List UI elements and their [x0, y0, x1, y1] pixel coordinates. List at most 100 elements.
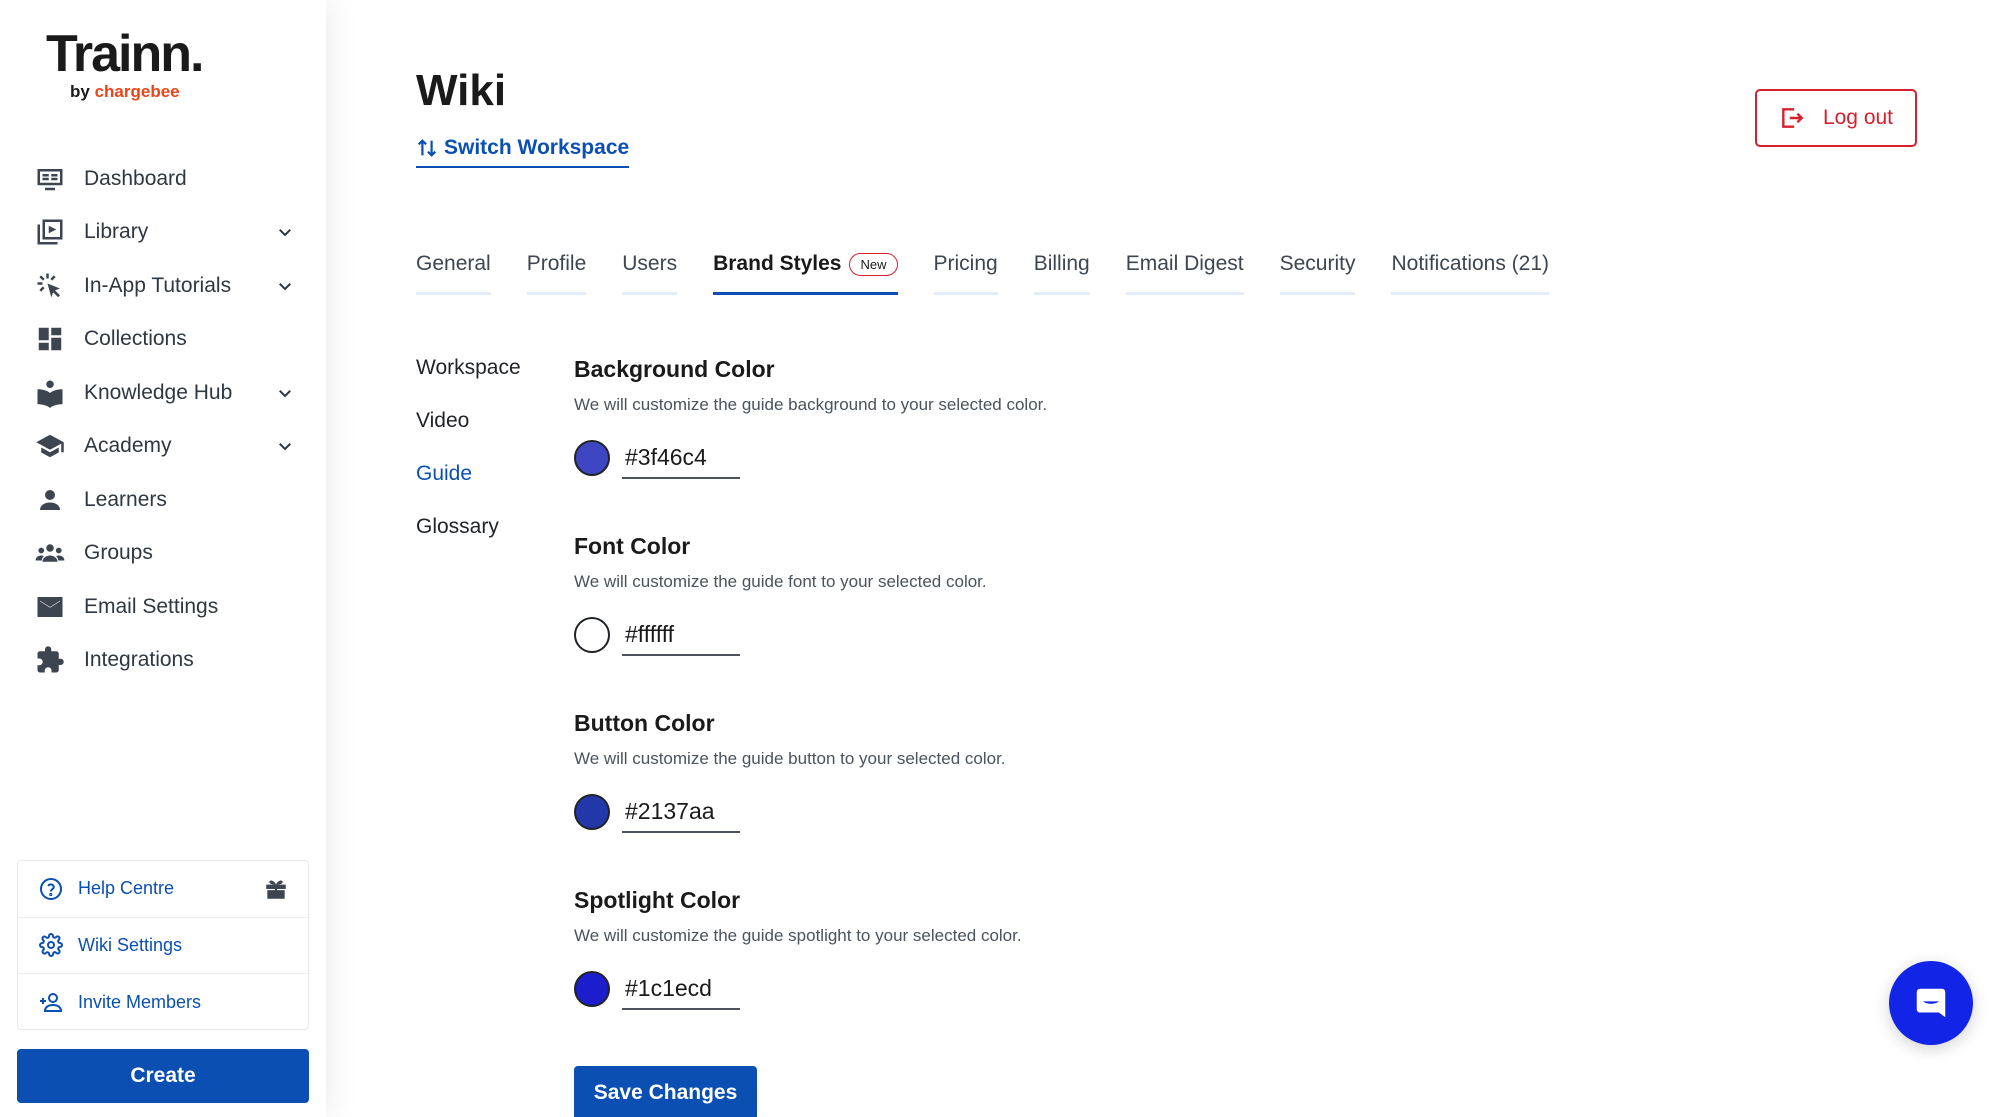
switch-workspace-label: Switch Workspace [444, 136, 630, 159]
color-row [574, 614, 1274, 656]
tab-label: Billing [1033, 252, 1090, 275]
sidebar-item-dashboard[interactable]: Dashboard [34, 152, 296, 206]
setting-description: We will customize the guide spotlight to… [574, 926, 1022, 945]
tab-pricing[interactable]: Pricing [933, 252, 998, 295]
sidebar-item-label: Knowledge Hub [84, 380, 233, 404]
logout-icon [1782, 108, 1804, 128]
sidebar-item-learners[interactable]: Learners [34, 473, 296, 527]
sidebar-item-in-app-tutorials[interactable]: In-App Tutorials [34, 259, 296, 313]
tab-brand-styles[interactable]: Brand Styles New [713, 252, 898, 295]
subnav-workspace[interactable]: Workspace [416, 356, 521, 409]
color-row [574, 437, 1274, 479]
sidebar: Trainn. by chargebee Dashboard Library I… [0, 0, 326, 1117]
save-changes-button[interactable]: Save Changes [574, 1066, 757, 1117]
setting-title: Background Color [574, 356, 775, 382]
chevron-down-icon[interactable] [274, 221, 296, 243]
tab-billing[interactable]: Billing [1033, 252, 1090, 295]
logo-wordmark: Trainn. [46, 25, 204, 83]
sidebar-item-label: Email Settings [84, 594, 219, 618]
mail-icon [34, 591, 66, 623]
sidebar-item-email-settings[interactable]: Email Settings [34, 580, 296, 634]
color-swatch[interactable] [574, 617, 610, 653]
sidebar-item-integrations[interactable]: Integrations [34, 634, 296, 688]
invite-members-link[interactable]: Invite Members [18, 974, 308, 1031]
sidebar-item-collections[interactable]: Collections [34, 313, 296, 367]
sidebar-item-label: In-App Tutorials [84, 273, 232, 297]
sidebar-item-label: Integrations [84, 648, 194, 672]
tab-general[interactable]: General [416, 252, 491, 295]
page-title: Wiki [416, 66, 507, 115]
help-centre-link[interactable]: Help Centre [18, 861, 308, 918]
subnav-video[interactable]: Video [416, 409, 521, 462]
invite-members-label: Invite Members [78, 991, 202, 1012]
wiki-settings-link[interactable]: Wiki Settings [18, 918, 308, 975]
setting-description: We will customize the guide font to your… [574, 572, 987, 591]
sidebar-item-label: Collections [84, 327, 187, 351]
puzzle-icon [34, 644, 66, 676]
sidebar-item-groups[interactable]: Groups [34, 527, 296, 581]
logo-byline-prefix: by [70, 82, 90, 101]
sidebar-nav: Dashboard Library In-App Tutorials Colle… [34, 152, 296, 687]
chevron-down-icon[interactable] [274, 435, 296, 457]
tab-notifications[interactable]: Notifications (21) [1391, 252, 1550, 295]
trainn-logo[interactable]: Trainn. by chargebee [46, 25, 204, 102]
switch-workspace-link[interactable]: Switch Workspace [416, 136, 630, 168]
collections-icon [34, 323, 66, 355]
spotlight-color-input[interactable] [622, 968, 740, 1010]
brand-styles-subnav: Workspace Video Guide Glossary [416, 356, 521, 568]
graduation-cap-icon [34, 430, 66, 462]
color-swatch[interactable] [574, 971, 610, 1007]
setting-description: We will customize the guide button to yo… [574, 749, 1006, 768]
font-color-setting: Font Color We will customize the guide f… [574, 533, 1274, 710]
person-icon [34, 484, 66, 516]
tab-label: Notifications (21) [1391, 252, 1550, 275]
setting-title: Spotlight Color [574, 887, 741, 913]
tab-label: Email Digest [1125, 252, 1244, 275]
tab-label: Brand Styles [713, 252, 842, 275]
chevron-down-icon[interactable] [274, 275, 296, 297]
tab-label: Security [1279, 252, 1356, 275]
sidebar-item-label: Dashboard [84, 166, 187, 190]
wiki-settings-label: Wiki Settings [78, 934, 183, 955]
tab-label: Profile [526, 252, 587, 275]
sidebar-item-label: Academy [84, 434, 172, 458]
logo-byline-brand: chargebee [94, 82, 180, 101]
subnav-guide[interactable]: Guide [416, 462, 521, 515]
sidebar-item-label: Groups [84, 541, 153, 565]
subnav-glossary[interactable]: Glossary [416, 515, 521, 568]
color-row [574, 968, 1274, 1010]
color-swatch[interactable] [574, 794, 610, 830]
groups-icon [34, 537, 66, 569]
tab-profile[interactable]: Profile [526, 252, 587, 295]
book-icon [34, 377, 66, 409]
gear-icon [38, 932, 64, 958]
switch-arrows-icon [417, 139, 437, 157]
logo-byline: by chargebee [70, 82, 202, 102]
tab-security[interactable]: Security [1279, 252, 1356, 295]
help-circle-icon [38, 876, 64, 902]
spotlight-color-setting: Spotlight Color We will customize the gu… [574, 887, 1274, 1064]
create-button[interactable]: Create [17, 1049, 309, 1103]
tab-users[interactable]: Users [622, 252, 678, 295]
help-centre-label: Help Centre [78, 878, 175, 899]
logout-button[interactable]: Log out [1755, 89, 1917, 147]
sidebar-item-knowledge-hub[interactable]: Knowledge Hub [34, 366, 296, 420]
font-color-input[interactable] [622, 614, 740, 656]
setting-description: We will customize the guide background t… [574, 395, 1048, 414]
tab-email-digest[interactable]: Email Digest [1125, 252, 1244, 295]
chevron-down-icon[interactable] [274, 382, 296, 404]
chat-launcher-button[interactable] [1889, 961, 1973, 1045]
new-badge: New [849, 252, 898, 276]
library-icon [34, 216, 66, 248]
chat-bubble-icon [1916, 988, 1946, 1018]
sidebar-item-library[interactable]: Library [34, 206, 296, 260]
button-color-input[interactable] [622, 791, 740, 833]
background-color-input[interactable] [622, 437, 740, 479]
color-swatch[interactable] [574, 440, 610, 476]
sidebar-item-label: Learners [84, 487, 167, 511]
setting-title: Font Color [574, 533, 691, 559]
help-panel: Help Centre Wiki Settings Invite Members [17, 860, 309, 1030]
sidebar-item-academy[interactable]: Academy [34, 420, 296, 474]
gift-icon[interactable] [262, 875, 290, 903]
sidebar-item-label: Library [84, 220, 149, 244]
